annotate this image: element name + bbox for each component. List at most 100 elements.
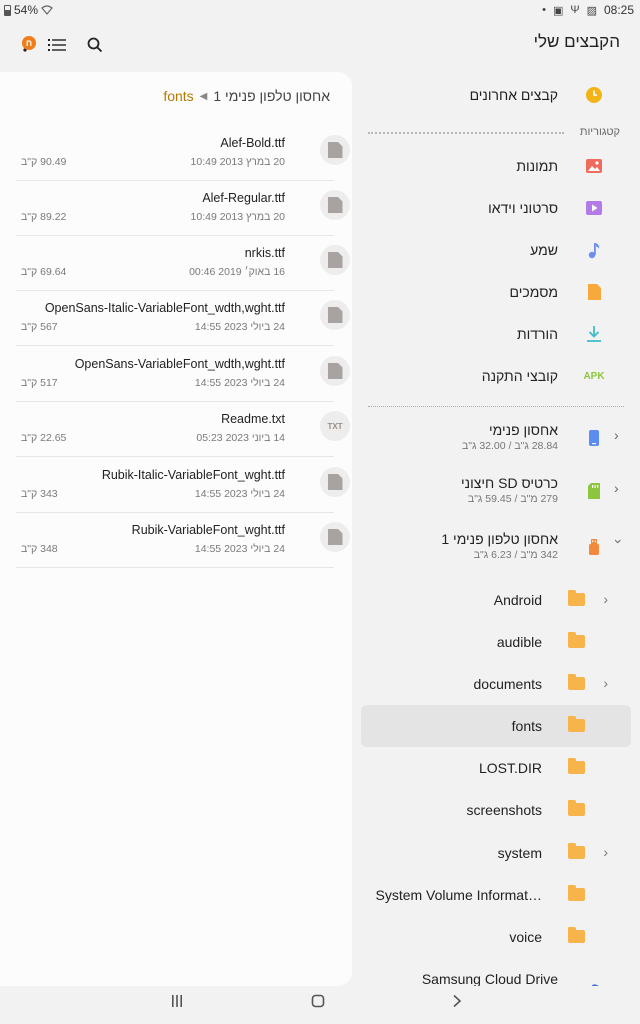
sd-card-icon: [584, 481, 604, 501]
nav-label: Samsung Cloud Drive: [421, 971, 558, 987]
nav-item-installers[interactable]: APK קובצי התקנה: [352, 355, 640, 397]
file-row[interactable]: nrkis.ttf 16 באוק׳ 2019 00:46 69.64 ק"ב: [16, 236, 350, 291]
phone-storage-icon: [584, 428, 604, 448]
app-title: הקבצים שלי: [533, 32, 620, 51]
file-date: 20 במרץ 2013 10:49: [190, 211, 285, 223]
font-file-icon: [320, 300, 350, 330]
file-row[interactable]: Alef-Regular.ttf 20 במרץ 2013 10:49 89.2…: [16, 181, 350, 236]
navigation-drawer: קבצים אחרונים קטגוריות תמונות סרטוני ויד…: [352, 72, 640, 993]
search-icon: [87, 37, 103, 53]
folder-item[interactable]: › documents: [352, 663, 640, 705]
divider: [368, 406, 624, 407]
folder-item[interactable]: audible: [352, 621, 640, 663]
nav-label: מסמכים: [509, 284, 558, 300]
notification-badge: ח: [22, 36, 36, 50]
folder-item[interactable]: › Android: [352, 579, 640, 621]
chevron-right-icon[interactable]: ›: [603, 591, 608, 607]
file-row[interactable]: OpenSans-VariableFont_wdth,wght.ttf 24 ב…: [16, 347, 350, 402]
nav-item-sd-card[interactable]: כרטיס SD חיצוני 279 מ"ב / 59.45 ג"ב ›: [352, 469, 640, 519]
chevron-right-icon[interactable]: ›: [603, 844, 608, 860]
folder-label: audible: [496, 634, 542, 650]
font-file-icon: [320, 135, 350, 165]
folder-item-selected[interactable]: fonts: [361, 705, 631, 747]
image-notification-icon: ▨: [586, 4, 597, 17]
breadcrumb: אחסון טלפון פנימי 1 ◀ fonts: [163, 88, 330, 104]
file-name: Rubik-Italic-VariableFont_wght.ttf: [101, 468, 285, 482]
folder-icon: [568, 632, 585, 648]
chevron-right-icon[interactable]: ›: [603, 675, 608, 691]
home-button[interactable]: [311, 994, 325, 1013]
breadcrumb-separator-icon: ◀: [199, 90, 208, 102]
chevron-down-icon[interactable]: ›: [611, 539, 627, 549]
file-size: 343 ק"ב: [21, 488, 58, 500]
nav-label: שמע: [530, 242, 558, 258]
folder-item[interactable]: LOST.DIR: [352, 747, 640, 789]
nav-item-phone-storage-1[interactable]: אחסון טלפון פנימי 1 342 מ"ב / 6.23 ג"ב ›: [352, 525, 640, 575]
folder-label: System Volume Informat…: [375, 887, 542, 903]
recents-icon: [172, 995, 182, 1007]
nav-item-videos[interactable]: סרטוני וידאו: [352, 187, 640, 229]
file-date: 16 באוק׳ 2019 00:46: [189, 266, 285, 278]
file-row[interactable]: TXT Readme.txt 14 ביוני 2023 05:23 22.65…: [16, 402, 350, 457]
file-name: Readme.txt: [221, 412, 285, 426]
file-row[interactable]: OpenSans-Italic-VariableFont_wdth,wght.t…: [16, 291, 350, 346]
list-view-button[interactable]: [42, 30, 72, 60]
nav-label: תמונות: [516, 158, 558, 174]
nav-item-internal-storage[interactable]: אחסון פנימי 28.84 ג"ב / 32.00 ג"ב ›: [352, 416, 640, 466]
apk-icon: APK: [583, 370, 605, 382]
file-size: 567 ק"ב: [21, 321, 58, 333]
nav-item-documents[interactable]: מסמכים: [352, 271, 640, 313]
image-icon: [584, 156, 604, 176]
file-name: OpenSans-VariableFont_wdth,wght.ttf: [74, 357, 285, 371]
nav-item-audio[interactable]: שמע: [352, 229, 640, 271]
nav-item-images[interactable]: תמונות: [352, 145, 640, 187]
file-date: 24 ביולי 2023 14:55: [194, 321, 285, 333]
video-icon: [584, 198, 604, 218]
nav-label: כרטיס SD חיצוני: [461, 475, 558, 491]
chevron-right-icon[interactable]: ›: [614, 428, 624, 442]
file-name: OpenSans-Italic-VariableFont_wdth,wght.t…: [44, 301, 285, 315]
file-name: Alef-Regular.ttf: [202, 191, 285, 205]
txt-file-icon: TXT: [320, 411, 350, 441]
nav-label: קבצים אחרונים: [469, 87, 558, 103]
nav-item-recent[interactable]: קבצים אחרונים: [352, 74, 640, 116]
back-button[interactable]: [452, 994, 462, 1013]
clock: 08:25: [603, 3, 634, 17]
app-bar: ח הקבצים שלי: [0, 20, 640, 72]
font-file-icon: [320, 356, 350, 386]
lock-icon: ▣: [552, 4, 564, 17]
folder-item[interactable]: voice: [352, 916, 640, 958]
divider: [368, 132, 564, 134]
folder-label: Android: [493, 592, 542, 608]
nav-label: הורדות: [516, 326, 558, 342]
breadcrumb-current: fonts: [163, 88, 194, 104]
file-row[interactable]: Alef-Bold.ttf 20 במרץ 2013 10:49 90.49 ק…: [16, 126, 350, 181]
recents-button[interactable]: [170, 994, 184, 1013]
file-size: 90.49 ק"ב: [21, 156, 67, 168]
folder-item[interactable]: › system: [352, 832, 640, 874]
file-row[interactable]: Rubik-Italic-VariableFont_wght.ttf 24 בי…: [16, 458, 350, 513]
file-name: Alef-Bold.ttf: [220, 136, 285, 150]
folder-label: documents: [473, 676, 542, 692]
folder-icon: [568, 674, 585, 690]
file-row[interactable]: Rubik-VariableFont_wght.ttf 24 ביולי 202…: [16, 513, 350, 568]
folder-item[interactable]: System Volume Informat…: [352, 874, 640, 916]
folder-icon: [568, 885, 585, 901]
folder-label: voice: [509, 929, 542, 945]
folder-icon: [568, 590, 585, 606]
more-options-button[interactable]: ח: [10, 30, 40, 60]
breadcrumb-root[interactable]: אחסון טלפון פנימי 1: [213, 88, 330, 104]
nav-item-downloads[interactable]: הורדות: [352, 313, 640, 355]
clock-icon: [584, 85, 604, 105]
nav-label: אחסון פנימי: [489, 422, 558, 438]
folder-label: system: [497, 845, 542, 861]
dot-icon: •: [542, 4, 546, 16]
folder-item[interactable]: screenshots: [352, 789, 640, 831]
chevron-right-icon[interactable]: ›: [614, 481, 624, 495]
folder-icon: [568, 758, 585, 774]
nav-label: אחסון טלפון פנימי 1: [441, 531, 558, 547]
search-button[interactable]: [80, 30, 110, 60]
file-date: 24 ביולי 2023 14:55: [194, 543, 285, 555]
folder-label: fonts: [511, 718, 542, 734]
folder-icon: [568, 927, 585, 943]
